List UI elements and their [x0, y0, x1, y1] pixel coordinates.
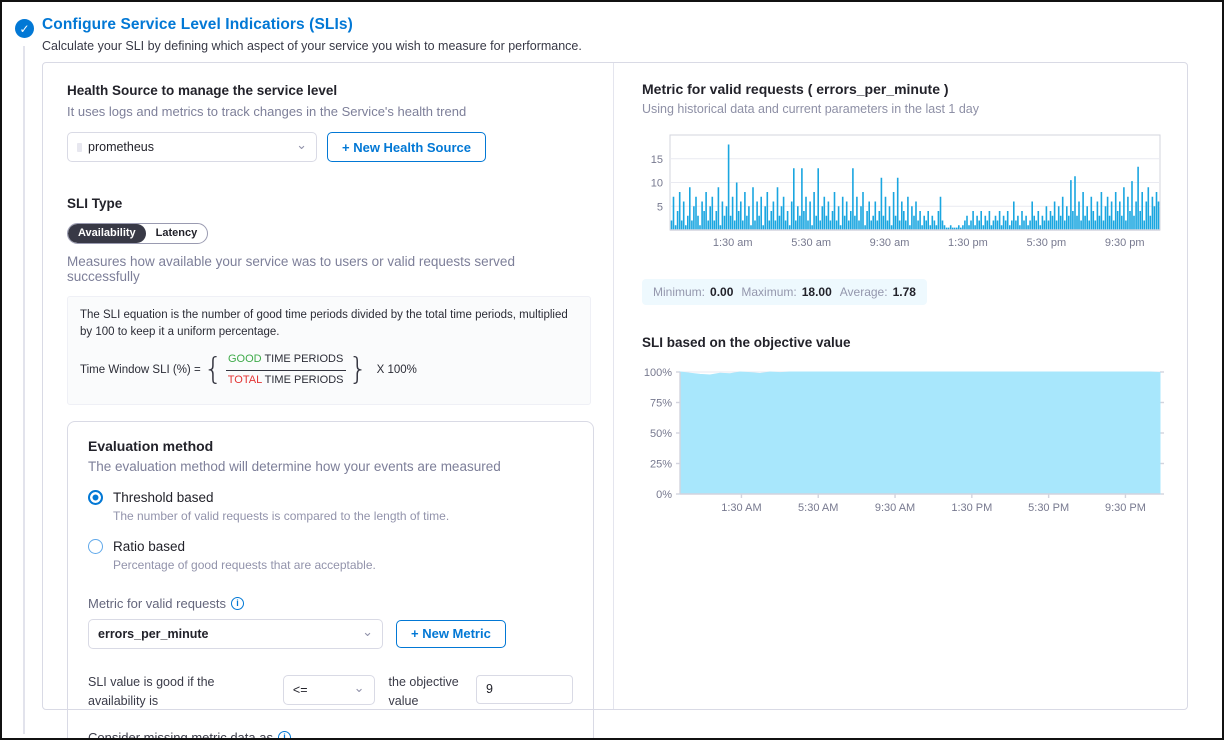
numerator-rest: TIME PERIODS: [262, 353, 344, 365]
svg-text:1:30 AM: 1:30 AM: [721, 502, 761, 514]
svg-text:1:30 am: 1:30 am: [713, 237, 753, 249]
stepper-line: [23, 46, 25, 734]
minimum-label: Minimum:: [653, 285, 705, 299]
health-source-select[interactable]: prometheus ⌄: [67, 132, 317, 162]
svg-text:5: 5: [657, 201, 663, 213]
metric-chart: 5 10 15 1:30 am 5:30 am 9:30 am 1:30 pm 5:30 pm…: [642, 130, 1166, 257]
objective-value-input[interactable]: [476, 675, 573, 704]
sli-chart: 0% 25% 50% 75% 100% 1:30 AM 5:30 AM 9:30 AM 1:30…: [642, 366, 1166, 523]
sli-type-latency-pill[interactable]: Latency: [146, 224, 208, 243]
average-value: 1.78: [893, 285, 916, 299]
sli-condition-suffix: the objective value: [389, 673, 462, 712]
sli-type-toggle: Availability Latency: [67, 223, 208, 244]
metric-preview-subheading: Using historical data and current parame…: [642, 102, 1166, 116]
svg-text:75%: 75%: [650, 398, 672, 410]
svg-text:1:30 pm: 1:30 pm: [948, 237, 988, 249]
minimum-value: 0.00: [710, 285, 733, 299]
good-term: GOOD: [228, 353, 262, 365]
denominator-rest: TIME PERIODS: [262, 374, 344, 386]
equation-suffix: X 100%: [377, 362, 417, 379]
ratio-based-radio[interactable]: [88, 539, 103, 554]
evaluation-description: The evaluation method will determine how…: [88, 459, 573, 474]
info-icon[interactable]: i: [278, 731, 291, 740]
sli-config-card: Health Source to manage the service leve…: [42, 62, 1188, 710]
svg-text:9:30 AM: 9:30 AM: [875, 502, 915, 514]
metric-select[interactable]: errors_per_minute ⌄: [88, 619, 383, 649]
metric-for-valid-requests-label: Metric for valid requests: [88, 596, 226, 611]
sli-objective-heading: SLI based on the objective value: [642, 335, 1166, 350]
health-source-description: It uses logs and metrics to track change…: [67, 104, 591, 119]
left-brace: {: [201, 348, 226, 392]
sli-area-chart: 0% 25% 50% 75% 100% 1:30 AM 5:30 AM 9:30 AM 1:30…: [642, 366, 1166, 518]
step-header: ✓ Configure Service Level Indicatiors (S…: [42, 16, 582, 53]
svg-text:9:30 am: 9:30 am: [870, 237, 910, 249]
svg-text:5:30 pm: 5:30 pm: [1026, 237, 1066, 249]
operator-select[interactable]: <= ⌄: [283, 675, 375, 705]
svg-text:100%: 100%: [644, 367, 672, 379]
right-brace: }: [346, 348, 371, 392]
sli-type-heading: SLI Type: [67, 196, 591, 211]
total-term: TOTAL: [228, 374, 262, 386]
sli-type-description: Measures how available your service was …: [67, 254, 591, 284]
equation-intro: The SLI equation is the number of good t…: [80, 307, 578, 340]
page-title: Configure Service Level Indicatiors (SLI…: [42, 16, 582, 34]
svg-text:5:30 PM: 5:30 PM: [1028, 502, 1069, 514]
chevron-down-icon: ⌄: [354, 683, 365, 693]
sli-condition-prefix: SLI value is good if the availability is: [88, 673, 269, 712]
evaluation-method-card: Evaluation method The evaluation method …: [67, 421, 594, 740]
configuration-column: Health Source to manage the service leve…: [43, 63, 613, 709]
operator-selected-value: <=: [293, 683, 308, 697]
svg-text:15: 15: [651, 154, 663, 166]
threshold-based-label: Threshold based: [113, 490, 214, 505]
metric-selected-value: errors_per_minute: [98, 627, 208, 641]
threshold-based-description: The number of valid requests is compared…: [113, 509, 573, 523]
missing-data-label: Consider missing metric data as: [88, 730, 273, 740]
equation-formula: Time Window SLI (%) = { GOOD TIME PERIOD…: [80, 348, 578, 392]
health-source-selected-value: prometheus: [88, 140, 154, 154]
metric-preview-heading: Metric for valid requests ( errors_per_m…: [642, 81, 1166, 97]
svg-text:9:30 PM: 9:30 PM: [1105, 502, 1146, 514]
svg-text:9:30 pm: 9:30 pm: [1105, 237, 1145, 249]
info-icon[interactable]: i: [231, 597, 244, 610]
preview-column: Metric for valid requests ( errors_per_m…: [613, 63, 1190, 709]
sli-configuration-page: ✓ Configure Service Level Indicatiors (S…: [0, 0, 1224, 740]
svg-text:25%: 25%: [650, 459, 672, 471]
threshold-based-radio[interactable]: [88, 490, 103, 505]
sli-type-availability-pill[interactable]: Availability: [68, 224, 146, 243]
equation-fraction: GOOD TIME PERIODS TOTAL TIME PERIODS: [226, 352, 346, 389]
prometheus-icon: [77, 143, 82, 152]
svg-text:5:30 am: 5:30 am: [791, 237, 831, 249]
svg-text:50%: 50%: [650, 428, 672, 440]
evaluation-heading: Evaluation method: [88, 438, 573, 454]
chevron-down-icon: ⌄: [296, 140, 307, 150]
metric-stats-badge: Minimum: 0.00 Maximum: 18.00 Average: 1.…: [642, 279, 927, 305]
maximum-value: 18.00: [802, 285, 832, 299]
average-label: Average:: [840, 285, 888, 299]
new-health-source-button[interactable]: + New Health Source: [327, 132, 486, 162]
chevron-down-icon: ⌄: [362, 627, 373, 637]
page-subtitle: Calculate your SLI by defining which asp…: [42, 39, 582, 53]
check-icon: ✓: [15, 19, 34, 38]
svg-text:1:30 PM: 1:30 PM: [951, 502, 992, 514]
health-source-heading: Health Source to manage the service leve…: [67, 83, 591, 98]
maximum-label: Maximum:: [741, 285, 796, 299]
ratio-based-label: Ratio based: [113, 539, 185, 554]
svg-text:0%: 0%: [656, 489, 672, 501]
equation-prefix: Time Window SLI (%) =: [80, 362, 201, 379]
sli-equation-box: The SLI equation is the number of good t…: [67, 296, 591, 405]
svg-text:5:30 AM: 5:30 AM: [798, 502, 838, 514]
metric-timeseries-chart: 5 10 15 1:30 am 5:30 am 9:30 am 1:30 pm 5:30 pm…: [642, 130, 1166, 252]
ratio-based-description: Percentage of good requests that are acc…: [113, 558, 573, 572]
svg-text:10: 10: [651, 178, 663, 190]
new-metric-button[interactable]: + New Metric: [396, 620, 506, 648]
